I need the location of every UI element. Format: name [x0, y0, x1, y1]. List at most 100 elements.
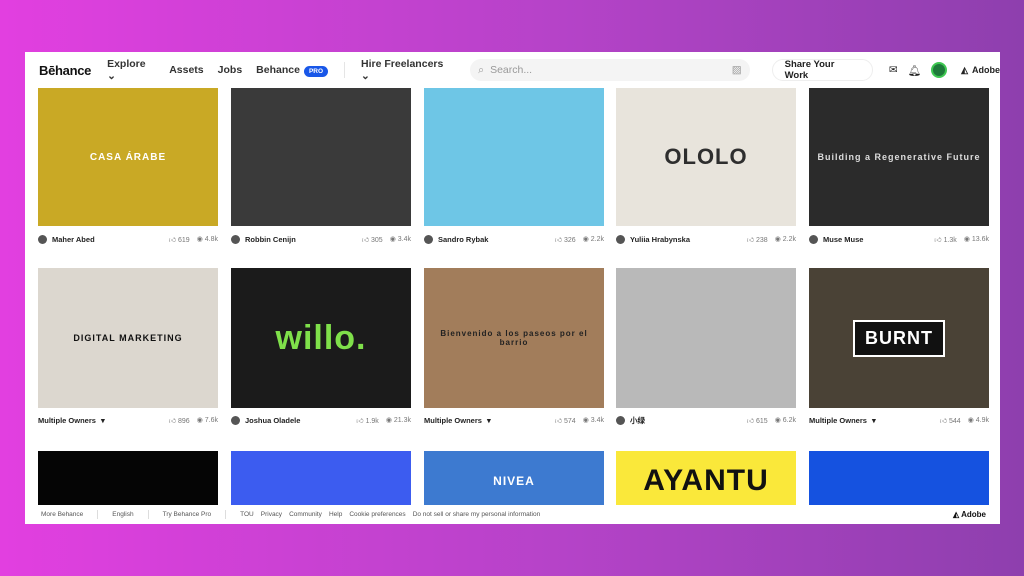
project-card[interactable] [809, 451, 989, 511]
owner-link[interactable]: Multiple Owners ▾ [809, 416, 940, 425]
project-card[interactable]: NIVEA [424, 451, 604, 511]
footer-link[interactable]: TOU [240, 511, 254, 518]
project-card[interactable]: Robbin Cenijn 👍︎ 305 ◉ 3.4k [231, 88, 411, 244]
footer-link[interactable]: Do not sell or share my personal informa… [413, 511, 541, 518]
search-placeholder: Search... [490, 64, 533, 76]
thumbnail-text: CASA ÁRABE [89, 151, 167, 163]
footer-link[interactable]: Community [289, 511, 322, 518]
project-card[interactable]: DIGITAL MARKETING Multiple Owners ▾ 👍︎ 896 ◉… [38, 268, 218, 425]
footer-link[interactable]: Help [329, 511, 342, 518]
image-search-icon[interactable]: ▨ [732, 64, 742, 76]
footer-link[interactable]: Privacy [261, 511, 282, 518]
project-thumbnail[interactable]: DIGITAL MARKETING [38, 268, 218, 408]
project-card[interactable]: Building a Regenerative Future Muse Muse 👍… [809, 88, 989, 244]
views-stat: ◉ 3.4k [389, 235, 411, 243]
footer-language[interactable]: English [112, 511, 133, 518]
owner-link[interactable]: Joshua Oladele [231, 415, 356, 425]
thumbs-up-icon: 👍︎ [554, 236, 563, 244]
thumbnail-text: Building a Regenerative Future [817, 152, 981, 162]
adobe-link[interactable]: ◭ Adobe [961, 65, 1000, 76]
chevron-down-icon: ⌄ [107, 70, 116, 82]
eye-icon: ◉ [582, 235, 589, 243]
owner-link[interactable]: Yuliia Hrabynska [616, 234, 747, 244]
project-card[interactable]: CASA ÁRABE Maher Abed 👍︎ 619 ◉ 4.8k [38, 88, 218, 244]
project-thumbnail[interactable] [616, 268, 796, 408]
eye-icon: ◉ [774, 416, 781, 424]
behance-logo[interactable]: Bēhance [39, 63, 91, 78]
project-thumbnail[interactable] [809, 451, 989, 511]
mail-icon[interactable]: ✉ [889, 64, 898, 76]
project-thumbnail[interactable]: AYANTU [616, 451, 796, 511]
project-thumbnail[interactable]: Building a Regenerative Future [809, 88, 989, 226]
views-stat: ◉ 13.6k [963, 235, 989, 243]
chevron-down-icon: ⌄ [361, 70, 370, 82]
owner-avatar [809, 234, 818, 244]
nav-assets[interactable]: Assets [169, 64, 203, 76]
owner-link[interactable]: Sandro Rybak [424, 234, 555, 244]
thumbs-up-icon: 👍︎ [168, 417, 177, 425]
owner-avatar [616, 234, 625, 244]
footer-more-behance[interactable]: More Behance [41, 511, 83, 518]
project-card[interactable]: BURNT Multiple Owners ▾ 👍︎ 544 ◉ 4.9k [809, 268, 989, 425]
project-meta: Multiple Owners ▾ 👍︎ 574 ◉ 3.4k [424, 413, 604, 427]
project-thumbnail[interactable]: Bienvenido a los paseos por el barrio [424, 268, 604, 408]
owner-link[interactable]: Muse Muse [809, 234, 934, 244]
project-card[interactable]: OLOLO Yuliia Hrabynska 👍︎ 238 ◉ 2.2k [616, 88, 796, 244]
project-meta: Robbin Cenijn 👍︎ 305 ◉ 3.4k [231, 232, 411, 246]
bell-icon[interactable]: 🔔︎ [908, 64, 921, 77]
avatar[interactable] [931, 62, 948, 78]
footer-adobe[interactable]: ◭ Adobe [953, 510, 986, 519]
eye-icon: ◉ [967, 416, 974, 424]
project-thumbnail[interactable] [231, 451, 411, 511]
owner-avatar [38, 234, 47, 244]
caret-down-icon: ▾ [871, 415, 876, 425]
project-card[interactable] [231, 451, 411, 511]
caret-down-icon: ▾ [100, 415, 105, 425]
nav-behance-pro[interactable]: Behance PRO [256, 64, 329, 77]
project-thumbnail[interactable] [38, 451, 218, 511]
thumbs-up-icon: 👍︎ [554, 417, 563, 425]
project-thumbnail[interactable]: willo. [231, 268, 411, 408]
project-card[interactable]: willo. Joshua Oladele 👍︎ 1.9k ◉ 21.3k [231, 268, 411, 425]
project-meta: Joshua Oladele 👍︎ 1.9k ◉ 21.3k [231, 413, 411, 427]
owner-link[interactable]: Multiple Owners ▾ [424, 416, 555, 425]
project-card[interactable]: Sandro Rybak 👍︎ 326 ◉ 2.2k [424, 88, 604, 244]
project-card[interactable]: AYANTU [616, 451, 796, 511]
views-stat: ◉ 3.4k [582, 416, 604, 424]
thumbnail-text: OLOLO [664, 144, 748, 169]
owner-link[interactable]: Maher Abed [38, 234, 169, 244]
nav-jobs[interactable]: Jobs [218, 64, 243, 76]
thumbnail-text: BURNT [853, 319, 945, 357]
project-thumbnail[interactable]: NIVEA [424, 451, 604, 511]
project-thumbnail[interactable]: OLOLO [616, 88, 796, 226]
likes-stat: 👍︎ 326 [554, 236, 576, 244]
project-card[interactable] [38, 451, 218, 511]
views-stat: ◉ 4.9k [967, 416, 989, 424]
search-input[interactable]: ⌕ Search... ▨ [470, 59, 750, 81]
footer-link[interactable]: Cookie preferences [349, 511, 405, 518]
thumbs-up-icon: 👍︎ [746, 236, 755, 244]
views-stat: ◉ 21.3k [385, 416, 411, 424]
project-thumbnail[interactable] [231, 88, 411, 226]
views-stat: ◉ 2.2k [774, 235, 796, 243]
owner-link[interactable]: Multiple Owners ▾ [38, 416, 169, 425]
owner-link[interactable]: Robbin Cenijn [231, 234, 362, 244]
adobe-logo-icon: ◭ [953, 510, 960, 519]
project-thumbnail[interactable]: BURNT [809, 268, 989, 408]
project-thumbnail[interactable]: CASA ÁRABE [38, 88, 218, 226]
views-stat: ◉ 7.6k [196, 416, 218, 424]
nav-explore[interactable]: Explore ⌄ [107, 58, 155, 82]
project-meta: Sandro Rybak 👍︎ 326 ◉ 2.2k [424, 232, 604, 246]
project-thumbnail[interactable] [424, 88, 604, 226]
project-card[interactable]: Bienvenido a los paseos por el barrio Mul… [424, 268, 604, 425]
likes-stat: 👍︎ 615 [746, 417, 768, 425]
project-card[interactable]: 小绿 👍︎ 615 ◉ 6.2k [616, 268, 796, 425]
likes-stat: 👍︎ 574 [554, 417, 576, 425]
hire-freelancers-menu[interactable]: Hire Freelancers ⌄ [361, 58, 454, 82]
thumbnail-text: NIVEA [493, 474, 535, 488]
likes-stat: 👍︎ 1.3k [934, 236, 957, 244]
share-your-work-button[interactable]: Share Your Work [771, 59, 873, 81]
owner-link[interactable]: 小绿 [616, 415, 747, 426]
likes-stat: 👍︎ 544 [939, 417, 961, 425]
footer-try-pro[interactable]: Try Behance Pro [163, 511, 212, 518]
